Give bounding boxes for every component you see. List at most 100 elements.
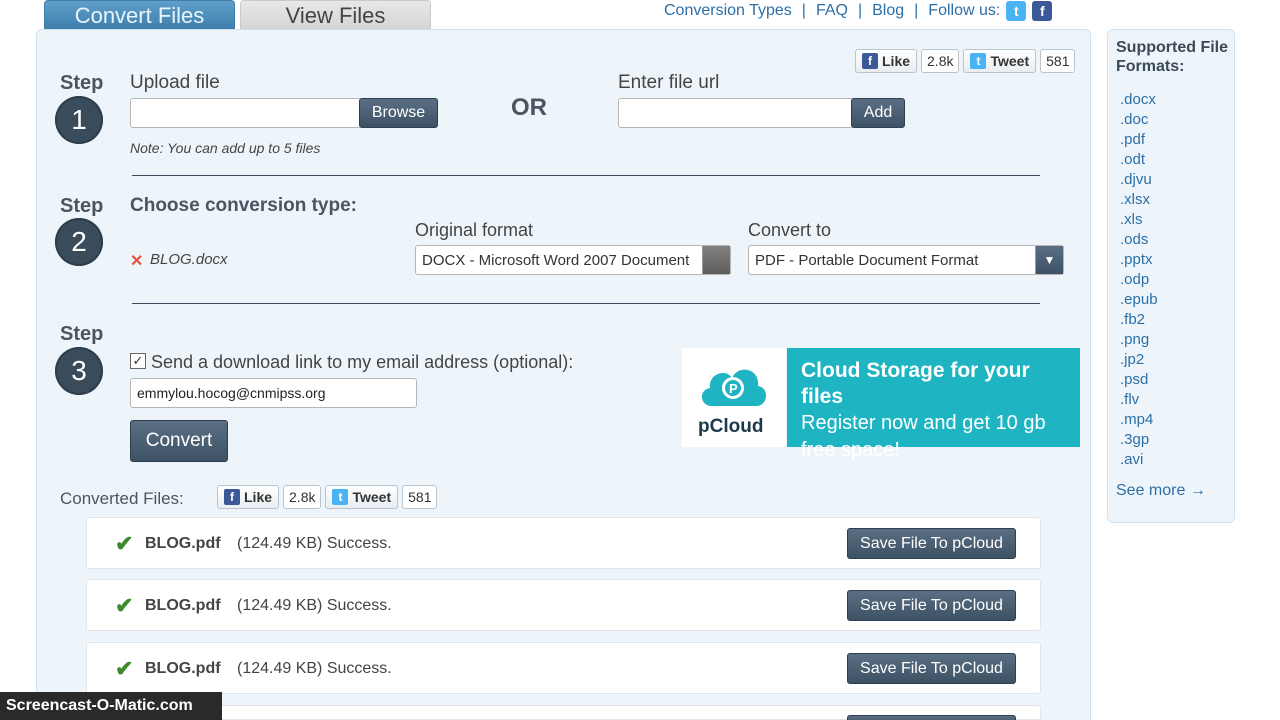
format-item[interactable]: .odt [1120,150,1158,170]
tweet-count: 581 [1040,49,1076,73]
twitter-icon: t [332,489,349,505]
tweet-count: 581 [402,485,438,509]
format-item[interactable]: .png [1120,330,1158,350]
tweet-label: Tweet [990,53,1030,69]
step-2-number: 2 [55,218,103,266]
converted-file-name[interactable]: BLOG.pdf [145,597,221,615]
file-url-label: Enter file url [618,72,720,93]
format-item[interactable]: .xls [1120,210,1158,230]
original-format-value: DOCX - Microsoft Word 2007 Document [422,251,690,269]
format-item[interactable]: .3gp [1120,430,1158,450]
converted-file-status: (124.49 KB) Success. [237,535,392,552]
format-list: .docx .doc .pdf .odt .djvu .xlsx .xls .ods .pptx… [1120,90,1158,470]
chevron-down-icon [702,246,730,274]
see-more-link[interactable]: See more → [1116,482,1206,500]
add-button[interactable]: Add [851,98,905,128]
original-format-label: Original format [415,220,534,240]
converted-file-status: (124.49 KB) Success. [237,597,392,614]
email-link-label: Send a download link to my email address… [151,352,574,372]
success-check-icon: ✔ [115,531,134,556]
svg-text:P: P [729,381,738,396]
tweet-button[interactable]: t Tweet [325,485,399,509]
chevron-down-icon: ▼ [1035,246,1063,274]
twitter-icon: t [970,53,987,69]
screencast-watermark: Screencast-O-Matic.com [0,692,222,720]
format-item[interactable]: .psd [1120,370,1158,390]
save-to-pcloud-button[interactable]: Save File To pCloud [847,653,1016,684]
format-item[interactable]: .pptx [1120,250,1158,270]
facebook-icon: f [862,53,878,69]
nav-follow-us: Follow us: [928,2,1001,19]
format-item[interactable]: .xlsx [1120,190,1158,210]
format-item[interactable]: .ods [1120,230,1158,250]
facebook-icon[interactable]: f [1032,1,1053,21]
save-to-pcloud-button[interactable]: Save File To pCloud [847,590,1016,621]
nav-blog[interactable]: Blog [872,2,904,20]
pcloud-brand: pCloud [698,416,764,437]
share-bar-bottom: f Like 2.8k t Tweet 581 [217,485,438,509]
conversion-type-title: Choose conversion type: [130,195,357,216]
convert-to-select[interactable]: PDF - Portable Document Format ▼ [748,245,1064,275]
converted-file-name[interactable]: BLOG.pdf [145,660,221,678]
step-1-number: 1 [55,96,103,144]
step-3-label: Step [60,323,104,345]
format-item[interactable]: .odp [1120,270,1158,290]
format-item[interactable]: .doc [1120,110,1158,130]
pcloud-logo-icon: P [701,369,767,406]
facebook-icon: f [224,489,240,505]
format-item[interactable]: .mp4 [1120,410,1158,430]
format-item[interactable]: .djvu [1120,170,1158,190]
like-label: Like [244,489,273,505]
supported-formats-title: Supported File Formats: [1116,39,1228,75]
convert-button[interactable]: Convert [130,420,228,462]
divider [132,175,1040,176]
email-input[interactable]: emmylou.hocog@cnmipss.org [130,378,417,408]
upload-note: Note: You can add up to 5 files [130,140,321,156]
converted-files-label: Converted Files: [60,489,184,508]
ad-headline: Cloud Storage for your files [801,359,1030,408]
nav-conversion-types[interactable]: Conversion Types [664,2,792,20]
save-to-pcloud-button[interactable]: Save File To pCloud [847,528,1016,559]
nav-faq[interactable]: FAQ [816,2,848,20]
format-item[interactable]: .avi [1120,450,1158,470]
converted-file-status: (124.49 KB) Success. [237,660,392,677]
format-item[interactable]: .docx [1120,90,1158,110]
remove-file-icon[interactable]: ✕ [130,251,143,271]
email-link-checkbox[interactable]: ✓ [130,353,146,369]
tab-convert-files[interactable]: Convert Files [44,0,235,30]
ad-subline: Register now and get 10 gb free space! [801,412,1046,461]
format-item[interactable]: .pdf [1120,130,1158,150]
selected-file-name: BLOG.docx [150,251,228,268]
save-to-pcloud-button[interactable] [847,715,1016,720]
like-count: 2.8k [283,485,322,509]
format-item[interactable]: .flv [1120,390,1158,410]
nav-separator: | [914,2,919,19]
success-check-icon: ✔ [115,656,134,681]
pcloud-ad-logo[interactable]: P pCloud [682,348,786,447]
browse-button[interactable]: Browse [359,98,438,128]
supported-formats-sidebar: Supported File Formats: .docx .doc .pdf .od… [1107,29,1235,523]
tweet-button[interactable]: t Tweet [963,49,1037,73]
step-1-label: Step [60,72,104,94]
converted-file-row: ✔ BLOG.pdf (124.49 KB) Success. Save Fil… [86,579,1041,631]
format-item[interactable]: .fb2 [1120,310,1158,330]
file-url-input[interactable] [618,98,854,128]
step-3-number: 3 [55,347,103,395]
facebook-like-button[interactable]: f Like [855,49,918,73]
twitter-icon[interactable]: t [1006,1,1027,21]
step-2-label: Step [60,195,104,217]
nav-separator: | [857,2,863,19]
upload-file-input[interactable] [130,98,362,128]
converted-file-name[interactable]: BLOG.pdf [145,535,221,553]
top-nav: Conversion Types | FAQ | Blog | Follow u… [664,0,1053,22]
converted-file-row: ✔ BLOG.pdf (124.49 KB) Success. Save Fil… [86,642,1041,694]
divider [132,303,1040,304]
format-item[interactable]: .epub [1120,290,1158,310]
nav-separator: | [801,2,806,19]
format-item[interactable]: .jp2 [1120,350,1158,370]
facebook-like-button[interactable]: f Like [217,485,280,509]
original-format-select[interactable]: DOCX - Microsoft Word 2007 Document [415,245,731,275]
converted-file-row: ✔ BLOG.pdf (124.49 KB) Success. Save Fil… [86,517,1041,569]
pcloud-ad-banner[interactable]: Cloud Storage for your files Register no… [787,348,1080,461]
tab-view-files[interactable]: View Files [240,0,431,30]
